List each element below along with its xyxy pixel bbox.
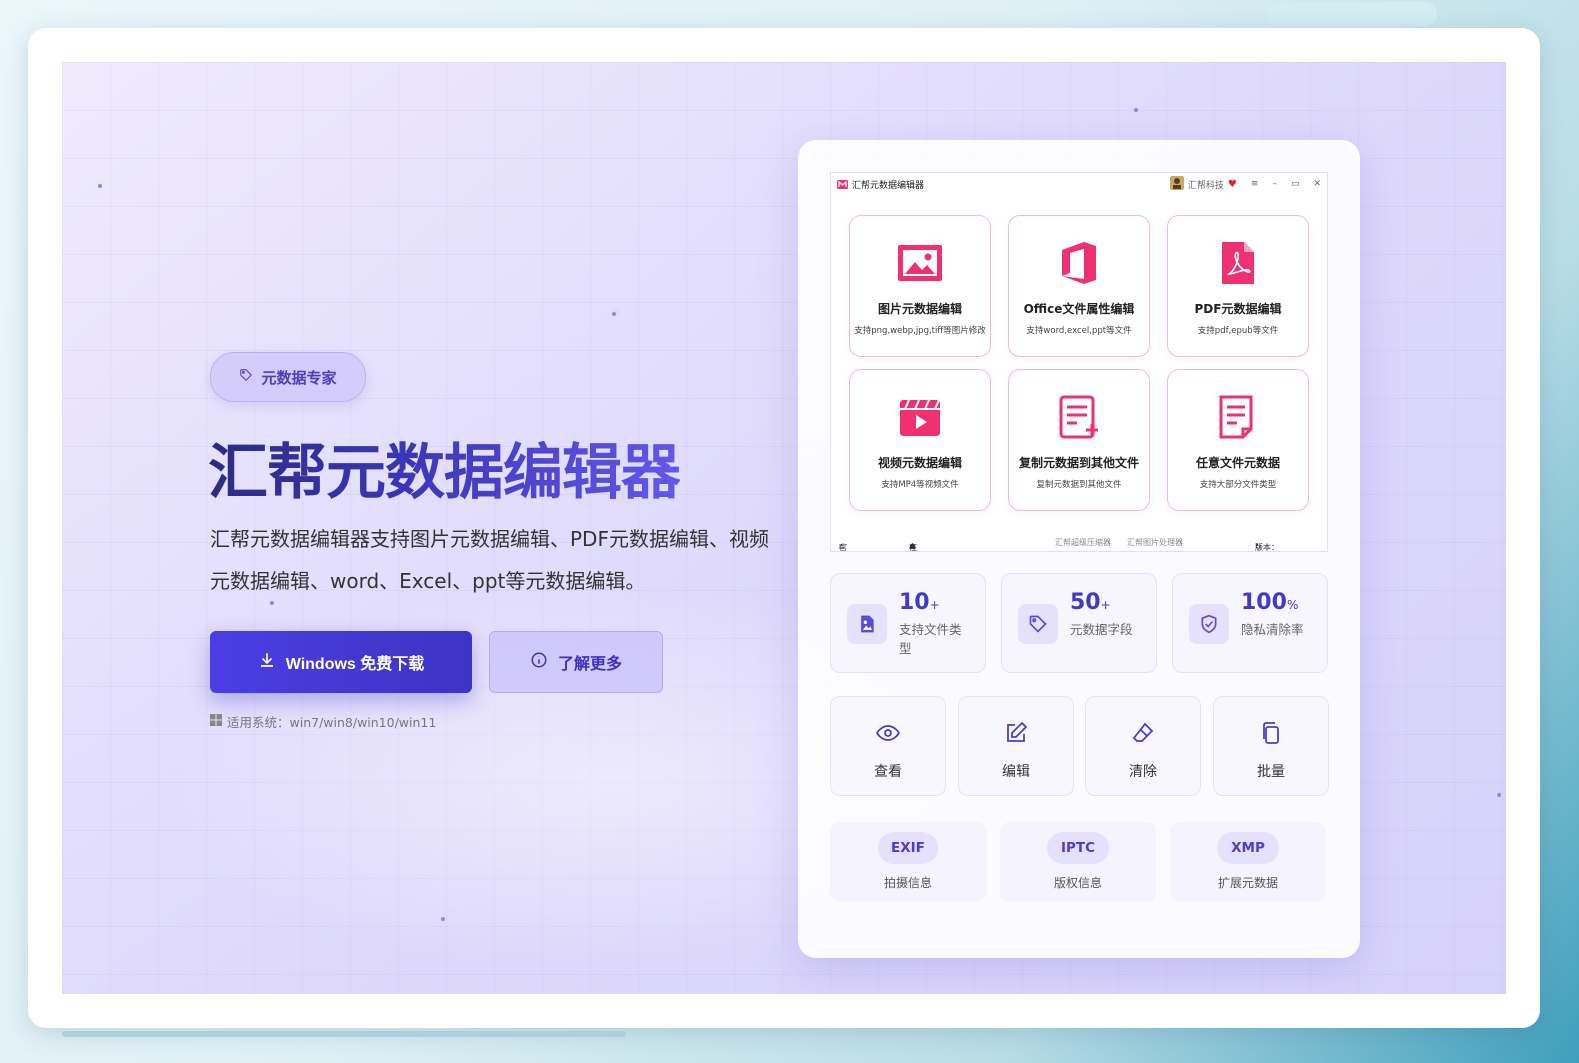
tag-icon	[1018, 604, 1058, 644]
learn-more-label: 了解更多	[557, 656, 622, 673]
tile-video-metadata[interactable]: 视频元数据编辑 支持MP4等视频文件	[849, 369, 991, 511]
stat-label: 隐私清除率	[1241, 622, 1304, 637]
tile-copy-metadata[interactable]: 复制元数据到其他文件 复制元数据到其他文件	[1008, 369, 1150, 511]
hero-section: 元数据专家 汇帮元数据编辑器 汇帮元数据编辑器支持图片元数据编辑、PDF元数据编…	[62, 62, 1506, 994]
tag-icon	[239, 368, 253, 386]
decorative-pill	[1267, 2, 1437, 26]
app-titlebar: 汇帮元数据编辑器 汇帮科技 ♥ ≡ – ▭ ✕	[831, 173, 1327, 195]
download-label: Windows 免费下载	[285, 656, 425, 673]
metadata-type-exif: EXIF 拍摄信息	[830, 822, 986, 902]
metadata-type-pill: EXIF	[878, 832, 938, 864]
compressor-link[interactable]: 汇帮超级压缩器	[1055, 537, 1111, 548]
stat-number: 100%	[1241, 590, 1299, 615]
sparkle-dot	[98, 184, 102, 188]
menu-icon[interactable]: ≡	[1251, 179, 1259, 189]
metadata-type-desc: 版权信息	[1053, 876, 1102, 890]
tile-subtitle: 支持MP4等视频文件	[881, 480, 959, 490]
sparkle-dot	[1497, 793, 1501, 797]
copy-doc-icon	[1059, 395, 1098, 439]
tile-title: 复制元数据到其他文件	[1018, 456, 1139, 470]
copy-icon	[1263, 722, 1279, 744]
shield-icon	[1189, 604, 1229, 644]
stat-file-types: 10+ 支持文件类型	[830, 573, 986, 673]
minimize-icon[interactable]: –	[1272, 179, 1277, 189]
heart-icon: ♥	[1227, 178, 1237, 190]
brand-area: 汇帮科技 ♥	[1169, 175, 1237, 193]
stat-label: 元数据字段	[1070, 622, 1133, 637]
tile-subtitle: 支持大部分文件类型	[1199, 480, 1277, 490]
metadata-type-iptc: IPTC 版权信息	[1000, 822, 1156, 902]
hero-description: 汇帮元数据编辑器支持图片元数据编辑、PDF元数据编辑、视频元数据编辑、word、…	[210, 527, 769, 593]
system-requirements: 适用系统：win7/win8/win10/win11	[210, 712, 436, 731]
product-preview-card: 汇帮元数据编辑器 汇帮科技 ♥ ≡ – ▭ ✕ 图片元数据编辑 支持png,we…	[798, 140, 1360, 958]
metadata-type-desc: 扩展元数据	[1217, 876, 1278, 890]
scroll-indicator	[62, 1031, 626, 1037]
system-req-text: 适用系统：win7/win8/win10/win11	[227, 715, 437, 730]
page-title: 汇帮元数据编辑器	[208, 424, 681, 511]
stat-metadata-fields: 50+ 元数据字段	[1001, 573, 1157, 673]
learn-more-button[interactable]: 了解更多	[489, 631, 663, 693]
download-button[interactable]: Windows 免费下载	[210, 631, 472, 693]
tile-pdf-metadata[interactable]: PDF元数据编辑 支持pdf,epub等文件	[1167, 215, 1309, 357]
tile-any-file-metadata[interactable]: 任意文件元数据 支持大部分文件类型	[1167, 369, 1309, 511]
video-icon	[900, 399, 940, 436]
stat-label: 支持文件类型	[899, 622, 962, 656]
tile-title: 任意文件元数据	[1195, 456, 1280, 470]
action-label: 编辑	[1002, 764, 1030, 780]
tile-subtitle: 支持word,excel,ppt等文件	[1026, 326, 1132, 336]
app-screenshot: 汇帮元数据编辑器 汇帮科技 ♥ ≡ – ▭ ✕ 图片元数据编辑 支持png,we…	[830, 172, 1328, 552]
edit-icon	[1007, 721, 1028, 742]
action-edit[interactable]: 编辑	[958, 696, 1074, 796]
action-clear[interactable]: 清除	[1085, 696, 1201, 796]
close-icon[interactable]: ✕	[1313, 179, 1321, 189]
stat-number: 50+	[1070, 590, 1111, 615]
app-logo-icon	[837, 179, 848, 189]
download-icon	[258, 651, 276, 674]
eraser-icon	[1132, 722, 1154, 742]
metadata-type-xmp: XMP 扩展元数据	[1170, 822, 1326, 902]
tile-title: PDF元数据编辑	[1194, 302, 1282, 316]
metadata-type-pill: XMP	[1217, 832, 1279, 864]
category-badge: 元数据专家	[210, 352, 366, 402]
tile-title: 图片元数据编辑	[877, 302, 962, 316]
app-statusbar: ⌂ 官方网站 ☗ 在线客服 汇帮超级压缩器 汇帮图片处理器 ↻ 版本：4.7.1…	[839, 537, 1279, 552]
maximize-icon[interactable]: ▭	[1291, 179, 1300, 189]
tile-subtitle: 支持pdf,epub等文件	[1197, 326, 1279, 336]
info-icon	[530, 651, 548, 674]
tile-subtitle: 复制元数据到其他文件	[1036, 480, 1122, 490]
file-image-icon	[847, 604, 887, 644]
sparkle-dot	[1134, 108, 1138, 112]
stat-privacy-rate: 100% 隐私清除率	[1172, 573, 1328, 673]
brand-avatar-icon	[1169, 175, 1184, 193]
file-icon	[1219, 395, 1253, 439]
stat-number: 10+	[899, 590, 940, 615]
action-label: 批量	[1257, 764, 1285, 780]
tile-office-properties[interactable]: Office文件属性编辑 支持word,excel,ppt等文件	[1008, 215, 1150, 357]
action-label: 查看	[874, 764, 902, 780]
tile-title: Office文件属性编辑	[1023, 302, 1135, 316]
tile-title: 视频元数据编辑	[877, 456, 962, 470]
metadata-type-desc: 拍摄信息	[883, 876, 932, 890]
action-view[interactable]: 查看	[830, 696, 946, 796]
tile-image-metadata[interactable]: 图片元数据编辑 支持png,webp,jpg,tiff等图片修改	[849, 215, 991, 357]
brand-name: 汇帮科技	[1187, 180, 1224, 191]
app-title: 汇帮元数据编辑器	[852, 180, 925, 191]
sparkle-dot	[612, 312, 616, 316]
image-icon	[898, 245, 942, 281]
badge-label: 元数据专家	[261, 368, 337, 387]
action-label: 清除	[1129, 764, 1157, 780]
eye-icon	[876, 725, 900, 741]
pdf-icon	[1222, 242, 1254, 284]
sparkle-dot	[441, 917, 445, 921]
action-batch[interactable]: 批量	[1213, 696, 1329, 796]
metadata-type-pill: IPTC	[1047, 832, 1109, 864]
windows-icon	[210, 714, 222, 729]
tile-subtitle: 支持png,webp,jpg,tiff等图片修改	[854, 326, 986, 336]
image-processor-link[interactable]: 汇帮图片处理器	[1127, 537, 1183, 548]
office-icon	[1062, 242, 1096, 284]
